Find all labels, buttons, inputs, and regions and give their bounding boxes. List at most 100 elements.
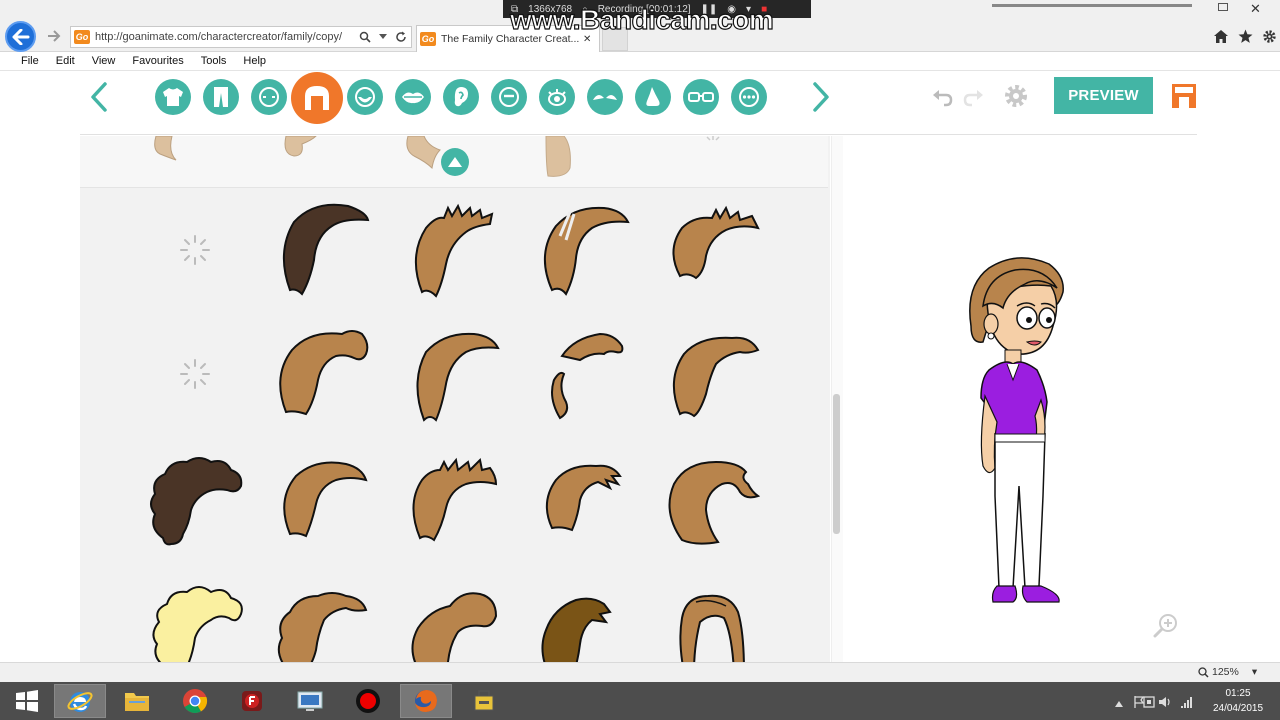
minimize-button[interactable] [992,4,1192,7]
hair-option-loading [140,318,250,430]
taskbar-scanner[interactable] [458,684,510,718]
clock-date: 24/04/2015 [1212,703,1264,714]
hair-option-partial[interactable] [542,136,572,178]
taskbar-firefox[interactable] [400,684,452,718]
tray-volume-icon[interactable] [1158,695,1172,707]
close-window-button[interactable]: ✕ [1250,2,1261,15]
preview-button[interactable]: PREVIEW [1054,77,1153,114]
toolbar-divider [80,134,1197,135]
zoom-level-control[interactable]: 125% ▾ [1198,666,1257,678]
hair-option[interactable] [265,194,375,306]
category-mouth-button[interactable] [395,79,431,115]
menu-favourites[interactable]: Favourites [132,55,183,67]
windows-taskbar: 01:25 24/04/2015 [0,682,1280,720]
favorites-star-icon[interactable] [1236,27,1254,45]
settings-button[interactable] [1003,83,1029,109]
zoom-in-icon[interactable] [1153,612,1179,638]
menu-help[interactable]: Help [243,55,266,67]
undo-icon [933,90,953,107]
zoom-dropdown-icon[interactable]: ▾ [1252,666,1257,678]
hair-option[interactable] [525,318,635,430]
beard-icon [355,87,375,107]
menu-view[interactable]: View [92,55,116,67]
ear-icon [454,87,468,107]
hair-option[interactable] [525,442,635,554]
hair-option[interactable] [265,566,375,662]
category-accessories-button[interactable] [731,79,767,115]
face-shape-icon [259,87,279,107]
chrome-icon [183,689,208,714]
flash-app-icon [242,691,262,711]
tray-device-icon[interactable] [1142,695,1156,708]
lips-icon [402,92,424,104]
gallery-scroll-thumb[interactable] [833,394,840,534]
home-icon[interactable] [1212,27,1230,45]
hair-option[interactable] [655,194,765,306]
address-bar[interactable]: Go http://goanimate.com/charactercreator… [70,26,412,48]
category-face-line-button[interactable] [491,79,527,115]
hair-option-partial[interactable] [400,136,444,170]
folder-icon [125,693,149,711]
category-glasses-button[interactable] [683,79,719,115]
taskbar-flash-app[interactable] [226,684,278,718]
category-bottom-button[interactable] [203,79,239,115]
hair-option[interactable] [140,442,250,554]
refresh-icon[interactable] [393,29,409,45]
tray-network-icon[interactable] [1180,695,1194,708]
hair-option[interactable] [265,442,375,554]
back-arrow-icon [12,28,29,45]
hair-option[interactable] [525,566,635,662]
hair-option[interactable] [140,566,250,662]
category-nose-button[interactable] [635,79,671,115]
category-hair-button[interactable] [291,72,343,124]
category-face-button[interactable] [251,79,287,115]
category-beard-button[interactable] [347,79,383,115]
category-eyebrows-button[interactable] [587,79,623,115]
redo-button[interactable] [962,87,984,109]
character-preview-panel [843,136,1280,662]
scroll-up-button[interactable] [441,148,469,176]
maximize-button[interactable] [1218,3,1228,11]
hair-option[interactable] [265,318,375,430]
url-text[interactable]: http://goanimate.com/charactercreator/fa… [95,31,357,43]
hair-option[interactable] [395,318,505,430]
menu-file[interactable]: File [21,55,39,67]
chevron-right-icon [813,82,829,112]
taskbar-internet-explorer[interactable] [54,684,106,718]
category-top-button[interactable] [155,79,191,115]
taskbar-remote-desktop[interactable] [284,684,336,718]
hair-option[interactable] [395,194,505,306]
forward-button[interactable] [44,26,64,46]
hair-option[interactable] [655,566,765,662]
tools-gear-icon[interactable] [1260,27,1278,45]
clock-time: 01:25 [1225,688,1251,699]
taskbar-file-explorer[interactable] [111,684,163,718]
menu-edit[interactable]: Edit [56,55,75,67]
hair-option-partial[interactable] [280,136,320,162]
start-button[interactable] [1,684,53,718]
menu-tools[interactable]: Tools [201,55,227,67]
taskbar-chrome[interactable] [169,684,221,718]
hair-option[interactable] [395,442,505,554]
undo-button[interactable] [932,87,954,109]
shirt-icon [163,88,183,106]
category-next-button[interactable] [806,80,836,114]
taskbar-bandicam[interactable] [342,684,394,718]
hair-option-partial[interactable] [150,136,182,164]
search-icon[interactable] [357,29,373,45]
save-button[interactable] [1171,83,1197,109]
hair-option[interactable] [655,318,765,430]
back-button[interactable] [5,21,36,52]
gear-icon [1005,85,1027,107]
category-prev-button[interactable] [84,80,114,114]
hair-option[interactable] [525,194,635,306]
loading-spinner-icon [180,359,210,389]
system-clock[interactable]: 01:25 24/04/2015 [1202,686,1274,716]
hair-option[interactable] [395,566,505,662]
category-ear-button[interactable] [443,79,479,115]
dropdown-icon[interactable] [375,29,391,45]
tray-expand-icon[interactable] [1114,695,1128,707]
redo-icon [963,90,983,107]
category-eyes-button[interactable] [539,79,575,115]
hair-option[interactable] [655,442,765,554]
